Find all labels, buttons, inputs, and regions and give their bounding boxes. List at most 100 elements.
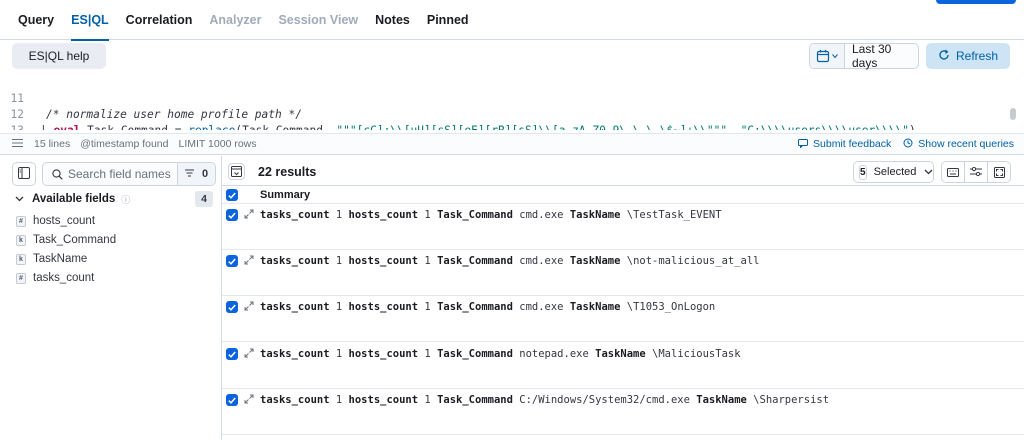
- refresh-label: Refresh: [955, 49, 999, 63]
- timestamp-status: @timestamp found: [80, 138, 169, 150]
- field-filter-button[interactable]: 0: [177, 163, 215, 185]
- field-key: tasks_count: [260, 394, 330, 406]
- keyword-type-icon: k: [16, 253, 26, 265]
- field-key: Task_Command: [437, 348, 513, 360]
- history-icon: [903, 138, 913, 151]
- date-range-label[interactable]: Last 30 days: [845, 42, 918, 70]
- expand-icon[interactable]: [244, 300, 254, 314]
- table-row[interactable]: tasks_count 1 hosts_count 1 Task_Command…: [222, 250, 1024, 296]
- editor-scrollbar[interactable]: [1010, 108, 1016, 120]
- filter-icon: [184, 168, 194, 180]
- field-item[interactable]: # tasks_count: [16, 269, 94, 287]
- field-value: cmd.exe: [519, 255, 564, 267]
- field-name: tasks_count: [33, 272, 95, 284]
- selected-count: 5: [859, 164, 867, 180]
- row-checkbox[interactable]: [226, 348, 238, 360]
- field-key: Task_Command: [437, 255, 513, 267]
- field-name: TaskName: [33, 253, 88, 265]
- row-checkbox[interactable]: [226, 394, 238, 406]
- summary-cell: tasks_count 1 hosts_count 1 Task_Command…: [260, 209, 722, 221]
- esql-query-editor[interactable]: 11 /* normalize user home profile path *…: [0, 72, 1024, 130]
- field-key: tasks_count: [260, 255, 330, 267]
- field-value: 1: [424, 209, 431, 221]
- select-all-checkbox[interactable]: [226, 189, 238, 201]
- fullscreen-icon[interactable]: [988, 162, 1010, 182]
- available-fields-header[interactable]: Available fields ⓘ 4: [15, 190, 215, 208]
- table-row[interactable]: tasks_count 1 hosts_count 1 Task_Command…: [222, 389, 1024, 435]
- tab-pinned[interactable]: Pinned: [427, 0, 469, 40]
- field-key: TaskName: [696, 394, 747, 406]
- feedback-label: Submit feedback: [813, 138, 892, 150]
- field-item[interactable]: k TaskName: [16, 250, 87, 268]
- field-key: hosts_count: [348, 348, 419, 360]
- results-header: 22 results 5 Selected: [222, 156, 1024, 186]
- selected-label: Selected: [873, 166, 917, 178]
- results-panel: 22 results 5 Selected Summary tasks_coun…: [222, 156, 1024, 440]
- table-row[interactable]: tasks_count 1 hosts_count 1 Task_Command…: [222, 204, 1024, 250]
- keyboard-icon[interactable]: [942, 162, 965, 182]
- field-key: TaskName: [569, 255, 621, 267]
- expand-icon[interactable]: [244, 254, 254, 268]
- search-input[interactable]: Search field names: [66, 167, 177, 181]
- lines-count: 15 lines: [12, 138, 70, 151]
- number-type-icon: #: [16, 272, 26, 284]
- field-key: tasks_count: [260, 301, 330, 313]
- filter-count: 0: [201, 168, 209, 180]
- tab-notes[interactable]: Notes: [375, 0, 410, 40]
- lines-label: 15 lines: [34, 138, 71, 150]
- field-value: \Sharpersist: [753, 394, 830, 406]
- number-type-icon: #: [16, 215, 26, 227]
- field-value: \MaliciousTask: [652, 348, 741, 360]
- calendar-icon[interactable]: [810, 44, 845, 68]
- field-key: Task_Command: [437, 394, 513, 406]
- recent-queries-label: Show recent queries: [918, 138, 1014, 150]
- top-action-button[interactable]: [936, 0, 1016, 4]
- grid-header-row: Summary: [222, 186, 1024, 204]
- refresh-button[interactable]: Refresh: [926, 43, 1010, 69]
- code-line-12: 12 | eval Task_Command = replace(Task_Co…: [0, 91, 1024, 130]
- expand-icon[interactable]: [244, 393, 254, 407]
- field-search: Search field names 0: [42, 162, 216, 186]
- code-line-13: 13 | where Task_Command like "?*" and no…: [0, 107, 1024, 130]
- display-settings-icon[interactable]: [965, 162, 988, 182]
- question-icon[interactable]: ⓘ: [121, 193, 130, 206]
- submit-feedback-link[interactable]: Submit feedback: [798, 138, 891, 151]
- field-item[interactable]: # hosts_count: [16, 212, 95, 230]
- tab-query[interactable]: Query: [18, 0, 54, 40]
- row-checkbox[interactable]: [226, 255, 238, 267]
- field-key: tasks_count: [260, 209, 330, 221]
- document-view-icon[interactable]: [228, 163, 245, 180]
- expand-icon[interactable]: [244, 208, 254, 222]
- field-value: C:/Windows/System32/cmd.exe: [519, 394, 690, 406]
- available-fields-count: 4: [195, 191, 213, 207]
- grid-controls: [941, 161, 1011, 183]
- tab-session-view[interactable]: Session View: [278, 0, 358, 40]
- esql-help-button[interactable]: ES|QL help: [12, 43, 106, 69]
- table-row[interactable]: tasks_count 1 hosts_count 1 Task_Command…: [222, 343, 1024, 389]
- tab-correlation[interactable]: Correlation: [126, 0, 193, 40]
- row-checkbox[interactable]: [226, 301, 238, 313]
- code-line-14: 14 | stats tasks_count = count(*), hosts…: [0, 123, 1024, 130]
- code-line-11: 11 /* normalize user home profile path *…: [0, 75, 1024, 121]
- date-picker[interactable]: Last 30 days: [809, 42, 919, 70]
- row-checkbox[interactable]: [226, 209, 238, 221]
- field-item[interactable]: k Task_Command: [16, 231, 116, 249]
- field-key: hosts_count: [348, 209, 419, 221]
- summary-column-header[interactable]: Summary: [260, 189, 310, 201]
- tab-analyzer[interactable]: Analyzer: [209, 0, 261, 40]
- expand-icon[interactable]: [244, 347, 254, 361]
- table-row[interactable]: tasks_count 1 hosts_count 1 Task_Command…: [222, 296, 1024, 342]
- field-value: 1: [335, 255, 343, 267]
- keyword-type-icon: k: [16, 234, 26, 246]
- selected-columns-dropdown[interactable]: 5 Selected: [853, 161, 934, 183]
- tab-esql[interactable]: ES|QL: [71, 0, 109, 41]
- show-recent-queries-link[interactable]: Show recent queries: [903, 138, 1014, 151]
- field-key: TaskName: [569, 209, 621, 221]
- field-value: 1: [335, 209, 343, 221]
- field-value: 1: [335, 394, 343, 406]
- field-key: hosts_count: [348, 394, 419, 406]
- summary-cell: tasks_count 1 hosts_count 1 Task_Command…: [260, 348, 741, 360]
- sidebar-toggle-button[interactable]: [12, 162, 36, 186]
- field-key: Task_Command: [437, 209, 513, 221]
- available-fields-label: Available fields: [32, 193, 116, 205]
